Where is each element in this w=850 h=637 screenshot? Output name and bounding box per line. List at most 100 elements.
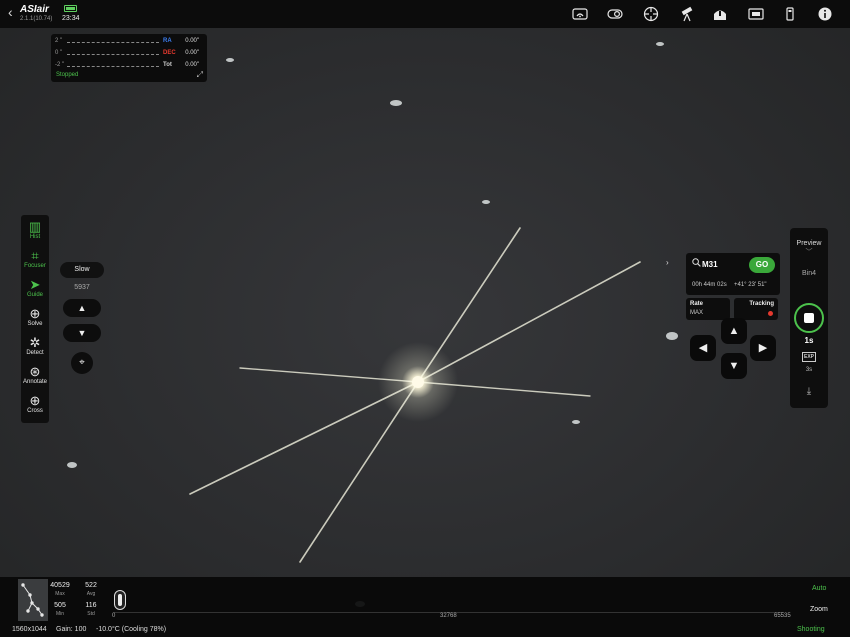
capture-state: Shooting [797,626,825,633]
observatory-icon[interactable] [712,6,728,22]
hist-tick-max: 65535 [774,613,791,619]
bin-setting[interactable]: Bin4 [790,270,828,277]
focus-speed-button[interactable]: Slow [60,262,104,278]
top-bar: ‹ ASIair 2.1.1(10.74) 23:34 [0,0,850,28]
hist-max-label: Max [55,591,65,597]
focus-in-button[interactable]: ▲ [63,299,101,317]
tool-label: Annotate [22,379,48,385]
tool-hist[interactable]: ▥ Hist [21,217,49,245]
auto-stretch-button[interactable]: Auto [812,585,826,592]
crosshair-icon: ⊕ [29,393,41,408]
zoom-button[interactable]: Zoom [810,606,828,613]
exposure-settings-icon[interactable] [748,6,764,22]
ra-value: 0.00" [185,38,199,44]
arrow-up-icon: ▲ [728,325,740,337]
camera-link-icon[interactable] [607,6,623,22]
tool-label: Hist [29,234,41,240]
slew-east-button[interactable]: ▶ [750,335,776,361]
hist-avg-value: 522 [85,582,97,589]
telescope-icon[interactable] [679,6,695,22]
target-ra: 00h 44m 02s [692,282,727,288]
goto-panel: GO 00h 44m 02s +41° 23' 51" [686,253,780,295]
camera-gain: Gain: 100 [56,626,87,633]
guide-tick: 0 " [55,50,63,56]
autofocus-icon: ⌖ [79,357,85,368]
slew-north-button[interactable]: ▲ [721,318,747,344]
histogram-icon: ▥ [28,219,42,234]
hist-tick-mid: 32768 [440,613,457,619]
hist-avg-label: Avg [86,591,96,597]
focus-out-button[interactable]: ▼ [63,324,101,342]
back-button[interactable]: ‹ [8,4,13,20]
autofocus-button[interactable]: ⌖ [71,352,93,374]
info-icon[interactable] [817,6,833,22]
camera-temperature: -10.0°C (Cooling 78%) [96,626,167,633]
guide-row-ra: 2 " RA 0.00" [55,38,205,48]
tool-label: Solve [27,321,43,327]
download-icon[interactable]: ⤓ [802,386,816,398]
chevron-down-icon[interactable]: ﹀ [790,247,828,257]
guide-row-dec: 0 " DEC 0.00" [55,50,205,60]
guide-row-tot: -2 " Tot 0.00" [55,62,205,72]
tool-focuser[interactable]: ⌗ Focuser [21,246,49,274]
slew-south-button[interactable]: ▼ [721,353,747,379]
tool-label: Guide [26,292,43,298]
clock: 23:34 [62,15,80,22]
tool-label: Cross [27,408,43,414]
ra-label: RA [163,38,172,44]
usb-storage-icon[interactable] [782,6,798,22]
tracking-label: Tracking [749,301,774,307]
histogram-bar [0,577,850,623]
battery-icon [64,5,77,12]
arrow-down-icon: ▼ [77,328,87,338]
wifi-icon[interactable] [572,6,588,22]
rate-label: Rate [690,301,704,307]
guide-graph-panel[interactable]: 2 " RA 0.00" 0 " DEC 0.00" -2 " Tot 0.00… [51,34,207,82]
arrow-left-icon: ◀ [698,342,708,354]
image-resolution: 1560x1044 [12,626,47,633]
app-logo: ASIair [20,4,49,15]
annotate-icon: ⊛ [29,364,41,379]
detect-stars-icon: ✲ [29,335,41,350]
hist-std-label: Std [87,611,95,617]
tool-guide[interactable]: ➤ Guide [21,275,49,303]
slew-west-button[interactable]: ◀ [690,335,716,361]
tool-label: Focuser [24,263,46,269]
exposure-time[interactable]: 1s [790,336,828,345]
guide-icon: ➤ [29,277,41,292]
histogram-stretch-slider[interactable] [114,590,126,610]
hist-min-label: Min [55,611,65,617]
app-version: 2.1.1(10.74) [20,16,53,22]
arrow-down-icon: ▼ [728,360,740,372]
search-icon [692,258,701,269]
tool-label: Detect [26,350,44,356]
dec-value: 0.00" [185,50,199,56]
guide-status: Stopped [56,72,79,78]
hist-min-value: 505 [54,602,66,609]
rate-value: MAX [690,310,704,316]
target-search-input[interactable] [702,258,746,270]
tool-annotate[interactable]: ⊛ Annotate [21,362,49,390]
guide-dash-line [67,54,159,55]
constellation-thumbnail[interactable] [18,579,48,621]
capture-mode-selector[interactable]: Preview [790,240,828,247]
tracking-toggle[interactable]: Tracking [734,298,778,320]
guide-tick: -2 " [55,62,65,68]
slew-rate-selector[interactable]: Rate MAX [686,298,730,320]
guide-target-icon[interactable] [643,6,659,22]
dec-label: DEC [163,50,176,56]
tool-cross[interactable]: ⊕ Cross [21,391,49,419]
go-button[interactable]: GO [749,257,775,273]
exposure-secondary: 3s [805,367,813,373]
guide-tick: 2 " [55,38,63,44]
hist-tick-min: 0 [112,613,116,619]
tot-value: 0.00" [185,62,199,68]
tool-detect[interactable]: ✲ Detect [21,333,49,361]
tool-solve[interactable]: ⊕ Solve [21,304,49,332]
stop-capture-button[interactable] [794,303,824,333]
collapse-chevron-icon[interactable]: › [666,258,669,267]
guide-dash-line [67,66,159,67]
globe-icon: ⊕ [29,306,41,321]
expand-icon[interactable]: ⤢ [197,70,203,80]
focuser-position: 5937 [74,284,90,291]
